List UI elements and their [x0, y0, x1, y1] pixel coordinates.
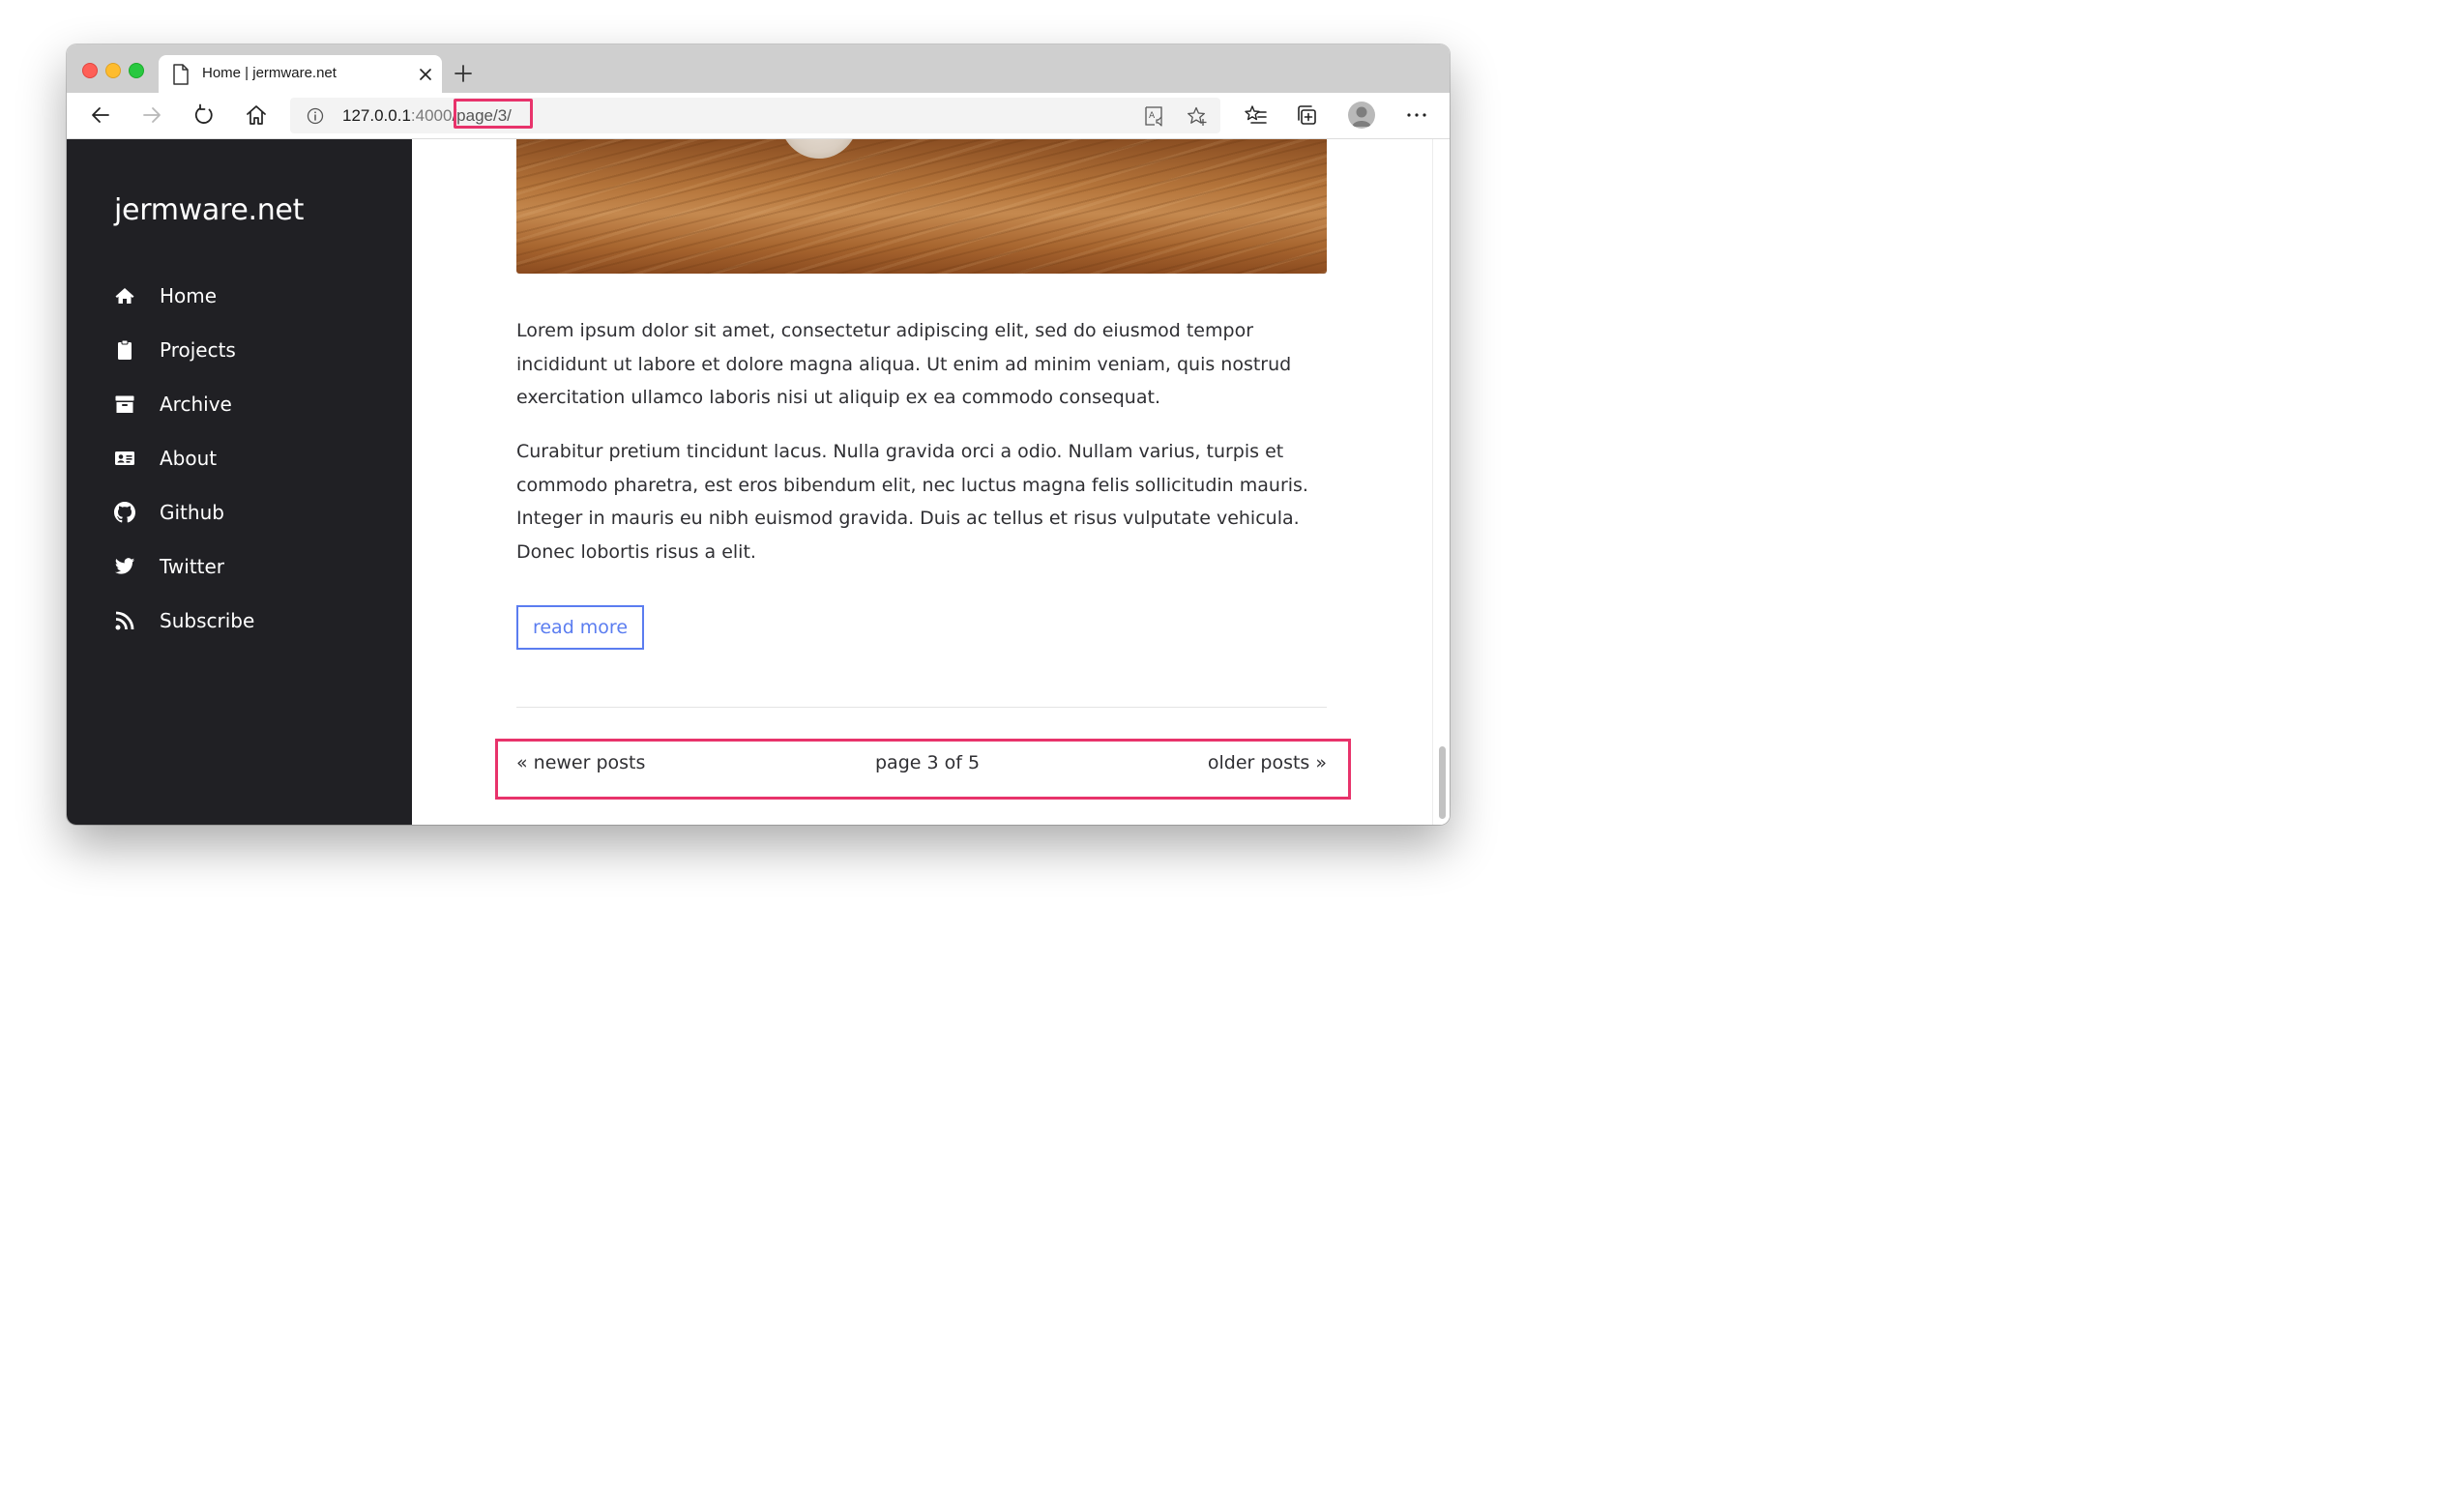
svg-text:A: A [1149, 111, 1156, 121]
sidebar-item-archive[interactable]: Archive [114, 387, 385, 422]
coffee-mug-image [780, 139, 858, 159]
info-icon[interactable] [307, 107, 324, 125]
sidebar-item-subscribe[interactable]: Subscribe [114, 603, 385, 638]
divider [516, 707, 1327, 708]
sidebar: jermware.net Home Projects Archive About… [67, 139, 412, 825]
read-aloud-icon[interactable]: A [1143, 105, 1164, 127]
back-icon[interactable] [89, 103, 112, 127]
page-icon [173, 64, 189, 85]
post-hero-image [516, 139, 1327, 274]
url-path-highlight-box [454, 99, 533, 129]
browser-toolbar: 127.0.0.1:4000/page/3/ A [67, 93, 1450, 139]
home-icon [115, 288, 134, 304]
person-icon [1352, 106, 1371, 127]
sidebar-item-label: Projects [160, 338, 236, 362]
zoom-window-button[interactable] [129, 63, 144, 78]
post-paragraph: Curabitur pretium tincidunt lacus. Nulla… [516, 441, 1308, 563]
github-icon [114, 502, 135, 523]
forward-icon[interactable] [140, 103, 163, 127]
sidebar-item-label: Archive [160, 393, 232, 416]
sidebar-item-about[interactable]: About [114, 441, 385, 476]
sidebar-item-label: About [160, 447, 218, 470]
new-tab-icon[interactable] [453, 63, 474, 84]
tab-title: Home | jermware.net [202, 65, 337, 81]
post-paragraph: Lorem ipsum dolor sit amet, consectetur … [516, 320, 1292, 408]
url-host: 127.0.0.1 [342, 106, 411, 125]
sidebar-item-label: Home [160, 284, 218, 307]
sidebar-item-home[interactable]: Home [114, 278, 385, 313]
pagination-highlight-box [495, 739, 1351, 800]
sidebar-item-label: Subscribe [160, 609, 255, 632]
tab-strip: Home | jermware.net [67, 44, 1450, 93]
read-more-button[interactable]: read more [516, 605, 644, 650]
site-brand[interactable]: jermware.net [114, 193, 304, 227]
close-tab-icon[interactable] [418, 67, 433, 82]
favorites-list-icon[interactable] [1244, 103, 1267, 127]
main-content: Lorem ipsum dolor sit amet, consectetur … [412, 139, 1432, 825]
scrollbar-thumb[interactable] [1439, 746, 1446, 819]
profile-avatar[interactable] [1348, 102, 1375, 129]
home-browser-icon[interactable] [245, 103, 268, 127]
browser-window: Home | jermware.net 127.0.0.1:4000/page/… [67, 44, 1450, 825]
archive-icon [115, 395, 134, 413]
browser-tab[interactable]: Home | jermware.net [159, 55, 442, 93]
twitter-icon [114, 558, 135, 574]
page-viewport: jermware.net Home Projects Archive About… [67, 139, 1450, 825]
sidebar-item-twitter[interactable]: Twitter [114, 549, 385, 584]
refresh-icon[interactable] [192, 103, 216, 127]
page-scrollbar[interactable] [1432, 139, 1450, 825]
rss-icon [115, 611, 134, 630]
sidebar-item-projects[interactable]: Projects [114, 333, 385, 367]
address-bar[interactable]: 127.0.0.1:4000/page/3/ A [290, 98, 1220, 133]
collections-icon[interactable] [1296, 103, 1319, 127]
sidebar-item-label: Twitter [160, 555, 225, 578]
id-card-icon [115, 451, 134, 465]
close-window-button[interactable] [82, 63, 98, 78]
more-menu-icon[interactable] [1405, 103, 1428, 127]
sidebar-item-label: Github [160, 501, 224, 524]
clipboard-icon [118, 339, 132, 360]
url-port: :4000 [410, 106, 453, 125]
favorite-star-icon[interactable] [1187, 105, 1208, 127]
minimize-window-button[interactable] [105, 63, 121, 78]
sidebar-item-github[interactable]: Github [114, 495, 385, 530]
